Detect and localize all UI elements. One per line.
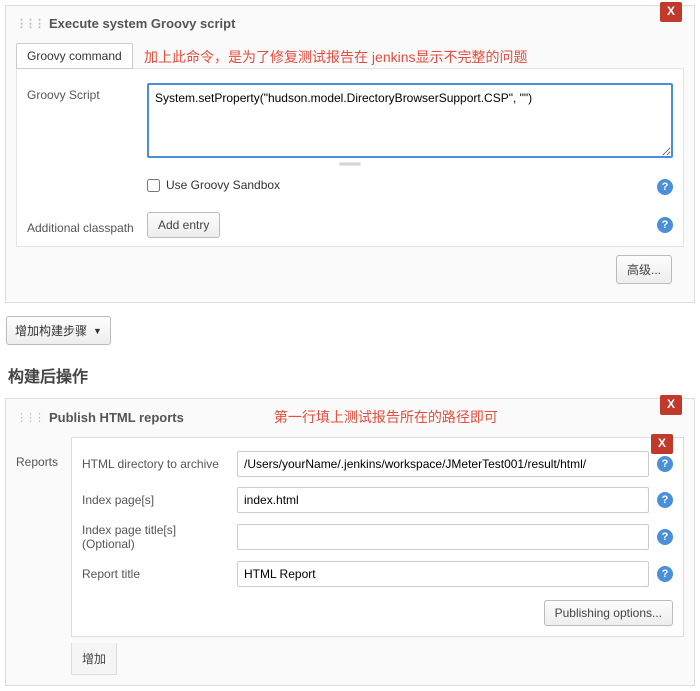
index-page-label: Index page[s] [82, 493, 237, 507]
add-step-row: 增加构建步骤 ▼ [0, 308, 700, 353]
reports-form: X HTML directory to archive ? Index page… [71, 437, 684, 637]
index-page-input[interactable] [237, 487, 649, 513]
advanced-button[interactable]: 高级... [616, 255, 672, 284]
drag-handle-icon[interactable]: ⋮⋮⋮ [16, 411, 43, 424]
section-title: Publish HTML reports [49, 410, 184, 425]
groovy-script-row: Groovy Script [27, 77, 673, 164]
post-build-heading: 构建后操作 [0, 353, 700, 393]
report-title-input[interactable] [237, 561, 649, 587]
close-button[interactable]: X [660, 2, 682, 22]
help-icon[interactable]: ? [657, 566, 673, 582]
groovy-inner-panel: Groovy Script ═══ Use Groovy Sandbox ? A… [16, 68, 684, 247]
close-button[interactable]: X [651, 434, 673, 454]
sandbox-label: Use Groovy Sandbox [166, 178, 280, 192]
caret-down-icon: ▼ [93, 326, 102, 336]
help-icon[interactable]: ? [657, 529, 673, 545]
groovy-script-label: Groovy Script [27, 83, 147, 102]
add-report-button[interactable]: 增加 [82, 650, 106, 667]
add-build-step-button[interactable]: 增加构建步骤 ▼ [6, 316, 111, 345]
annotation-text: 加上此命令，是为了修复测试报告在 jenkins显示不完整的问题 [144, 47, 527, 67]
publish-html-section: X ⋮⋮⋮ Publish HTML reports 第一行填上测试报告所在的路… [5, 398, 695, 686]
section-header: ⋮⋮⋮ Execute system Groovy script [16, 14, 684, 39]
classpath-label: Additional classpath [27, 216, 147, 235]
tab-groovy-command[interactable]: Groovy command [16, 43, 133, 69]
index-titles-label: Index page title[s] (Optional) [82, 523, 237, 551]
index-titles-input[interactable] [237, 524, 649, 550]
publishing-options-button[interactable]: Publishing options... [544, 600, 673, 626]
drag-handle-icon[interactable]: ⋮⋮⋮ [16, 17, 43, 30]
help-icon[interactable]: ? [657, 179, 673, 195]
html-dir-label: HTML directory to archive [82, 457, 237, 471]
help-icon[interactable]: ? [657, 492, 673, 508]
reports-label: Reports [16, 437, 71, 637]
html-dir-input[interactable] [237, 451, 649, 477]
annotation-text: 第一行填上测试报告所在的路径即可 [274, 407, 498, 427]
add-build-step-label: 增加构建步骤 [15, 322, 87, 339]
help-icon[interactable]: ? [657, 456, 673, 472]
close-button[interactable]: X [660, 395, 682, 415]
groovy-script-textarea[interactable] [147, 83, 673, 158]
report-title-label: Report title [82, 567, 237, 581]
section-title: Execute system Groovy script [49, 16, 235, 31]
add-entry-button[interactable]: Add entry [147, 212, 220, 238]
tab-bar: Groovy command 加上此命令，是为了修复测试报告在 jenkins显… [16, 43, 684, 69]
help-icon[interactable]: ? [657, 217, 673, 233]
groovy-section: X ⋮⋮⋮ Execute system Groovy script Groov… [5, 5, 695, 303]
sandbox-checkbox[interactable] [147, 179, 160, 192]
